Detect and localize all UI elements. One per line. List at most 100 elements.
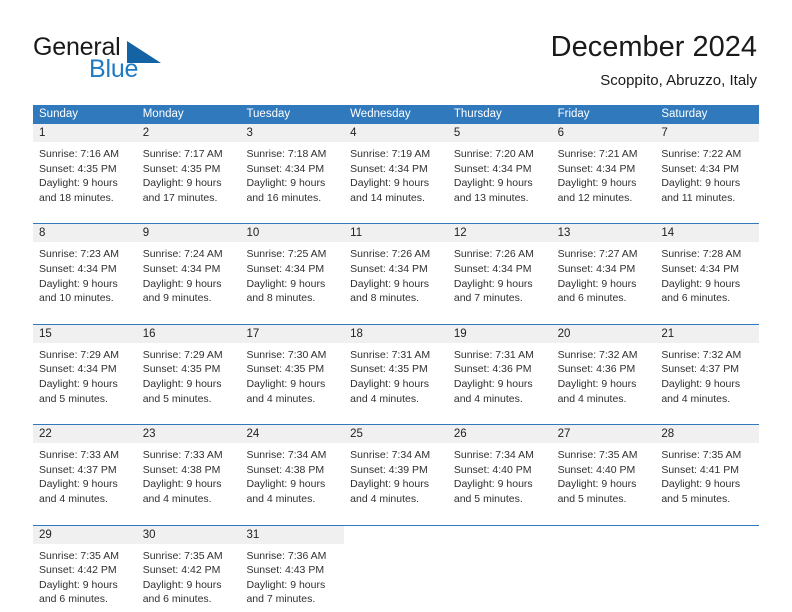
day-detail-line: Sunset: 4:37 PM xyxy=(661,363,739,376)
day-cell[interactable]: 28 Sunrise: 7:35 AM Sunset: 4:41 PM Dayligh… xyxy=(655,425,760,511)
day-detail-line: Daylight: 9 hours xyxy=(350,478,429,491)
day-details: Sunrise: 7:21 AM Sunset: 4:34 PM Daylight:… xyxy=(552,142,656,209)
day-cell[interactable]: 27 Sunrise: 7:35 AM Sunset: 4:40 PM Dayligh… xyxy=(551,425,656,511)
day-cell[interactable]: 18 Sunrise: 7:31 AM Sunset: 4:35 PM Dayligh… xyxy=(344,324,448,411)
day-cell[interactable]: 15 Sunrise: 7:29 AM Sunset: 4:34 PM Dayligh… xyxy=(33,324,137,411)
day-detail-line: and 18 minutes. xyxy=(39,191,114,204)
week-row: 8 Sunrise: 7:23 AM Sunset: 4:34 PM Daylight… xyxy=(33,223,760,310)
day-number: 5 xyxy=(447,124,552,142)
page-header: General Blue December 2024 Scoppito, Abr… xyxy=(0,0,792,96)
day-cell[interactable]: 31 Sunrise: 7:36 AM Sunset: 4:43 PM Dayligh… xyxy=(240,525,345,611)
weekday-header-thursday: Thursday xyxy=(453,108,502,120)
day-detail-line: Sunset: 4:39 PM xyxy=(350,463,428,476)
day-cell[interactable]: 4 Sunrise: 7:19 AM Sunset: 4:34 PM Daylight… xyxy=(344,124,448,210)
day-detail-line: and 4 minutes. xyxy=(350,492,420,505)
day-detail-line: Sunrise: 7:34 AM xyxy=(350,449,431,462)
day-details: Sunrise: 7:26 AM Sunset: 4:34 PM Daylight:… xyxy=(448,242,552,309)
day-details: Sunrise: 7:34 AM Sunset: 4:39 PM Daylight:… xyxy=(344,443,448,510)
day-detail-line: Sunrise: 7:27 AM xyxy=(557,248,638,261)
day-details: Sunrise: 7:29 AM Sunset: 4:34 PM Daylight:… xyxy=(33,343,137,410)
day-cell[interactable]: 29 Sunrise: 7:35 AM Sunset: 4:42 PM Dayligh… xyxy=(33,525,137,611)
day-detail-line: Daylight: 9 hours xyxy=(39,177,118,190)
calendar-page: General Blue December 2024 Scoppito, Abr… xyxy=(0,0,792,612)
day-number: 18 xyxy=(344,324,448,343)
day-cell[interactable]: 5 Sunrise: 7:20 AM Sunset: 4:34 PM Daylight… xyxy=(447,124,552,210)
day-cell[interactable]: 10 Sunrise: 7:25 AM Sunset: 4:34 PM Dayligh… xyxy=(240,224,345,310)
day-detail-line: Daylight: 9 hours xyxy=(661,478,741,491)
day-detail-line: Daylight: 9 hours xyxy=(246,478,326,491)
day-cell[interactable]: 20 Sunrise: 7:32 AM Sunset: 4:36 PM Dayligh… xyxy=(551,324,656,411)
day-cell[interactable]: 3 Sunrise: 7:18 AM Sunset: 4:34 PM Daylight… xyxy=(240,124,345,210)
day-cell[interactable]: 30 Sunrise: 7:35 AM Sunset: 4:42 PM Dayligh… xyxy=(136,525,241,611)
day-detail-line: Daylight: 9 hours xyxy=(246,578,326,591)
day-cell[interactable]: 14 Sunrise: 7:28 AM Sunset: 4:34 PM Dayligh… xyxy=(655,224,760,310)
brand-logo[interactable]: General Blue xyxy=(33,33,233,85)
day-number: 19 xyxy=(447,324,552,343)
day-detail-line: Daylight: 9 hours xyxy=(557,277,637,290)
day-detail-line: and 9 minutes. xyxy=(142,292,212,305)
day-number: 6 xyxy=(551,124,656,142)
day-cell[interactable]: 22 Sunrise: 7:33 AM Sunset: 4:37 PM Dayligh… xyxy=(33,425,137,511)
day-cell[interactable]: 12 Sunrise: 7:26 AM Sunset: 4:34 PM Dayligh… xyxy=(447,224,552,310)
day-detail-line: and 17 minutes. xyxy=(142,191,218,204)
day-detail-line: and 16 minutes. xyxy=(246,191,322,204)
day-number: 16 xyxy=(136,324,241,343)
day-cell[interactable]: 13 Sunrise: 7:27 AM Sunset: 4:34 PM Dayligh… xyxy=(551,224,656,310)
day-cell[interactable]: 25 Sunrise: 7:34 AM Sunset: 4:39 PM Dayligh… xyxy=(344,425,448,511)
day-cell[interactable]: 1 Sunrise: 7:16 AM Sunset: 4:35 PM Daylight… xyxy=(33,124,137,210)
day-detail-line: Daylight: 9 hours xyxy=(142,478,222,491)
week-spacer xyxy=(33,410,759,425)
day-details: Sunrise: 7:35 AM Sunset: 4:40 PM Daylight:… xyxy=(552,443,656,510)
day-cell[interactable]: 8 Sunrise: 7:23 AM Sunset: 4:34 PM Daylight… xyxy=(33,224,137,310)
day-detail-line: Sunrise: 7:31 AM xyxy=(350,348,431,361)
day-cell[interactable]: 11 Sunrise: 7:26 AM Sunset: 4:34 PM Dayligh… xyxy=(344,224,448,310)
day-details: Sunrise: 7:35 AM Sunset: 4:42 PM Daylight:… xyxy=(137,544,241,611)
day-detail-line: Daylight: 9 hours xyxy=(350,177,429,190)
day-details xyxy=(344,544,448,553)
day-detail-line: Sunset: 4:34 PM xyxy=(246,162,325,175)
day-number: 22 xyxy=(33,425,137,444)
week-row: 29 Sunrise: 7:35 AM Sunset: 4:42 PM Dayligh… xyxy=(33,524,760,611)
day-detail-line: Sunrise: 7:33 AM xyxy=(39,449,119,462)
day-number: 10 xyxy=(240,224,345,243)
day-detail-line: Sunset: 4:35 PM xyxy=(246,363,325,376)
day-cell[interactable]: 9 Sunrise: 7:24 AM Sunset: 4:34 PM Daylight… xyxy=(136,224,241,310)
weekday-header-row: Sunday Monday Tuesday Wednesday Thursday Frid… xyxy=(33,105,759,124)
day-detail-line: Sunrise: 7:25 AM xyxy=(246,248,327,261)
day-detail-line: Daylight: 9 hours xyxy=(661,177,741,190)
day-cell[interactable]: 26 Sunrise: 7:34 AM Sunset: 4:40 PM Dayligh… xyxy=(447,425,552,511)
day-cell[interactable]: 17 Sunrise: 7:30 AM Sunset: 4:35 PM Dayligh… xyxy=(240,324,345,411)
day-detail-line: and 4 minutes. xyxy=(39,492,108,505)
day-detail-line: Sunset: 4:35 PM xyxy=(142,363,221,376)
day-detail-line: Sunrise: 7:31 AM xyxy=(453,348,534,361)
day-detail-line: Sunset: 4:34 PM xyxy=(142,262,221,275)
day-cell[interactable]: 16 Sunrise: 7:29 AM Sunset: 4:35 PM Dayligh… xyxy=(136,324,241,411)
day-detail-line: Sunset: 4:35 PM xyxy=(142,162,221,175)
day-number: 14 xyxy=(655,224,760,243)
day-number: 7 xyxy=(655,124,760,142)
day-cell[interactable]: 2 Sunrise: 7:17 AM Sunset: 4:35 PM Daylight… xyxy=(136,124,241,210)
day-detail-line: Daylight: 9 hours xyxy=(142,177,222,190)
day-detail-line: Sunrise: 7:35 AM xyxy=(661,449,742,462)
day-detail-line: and 4 minutes. xyxy=(557,392,627,405)
day-cell[interactable]: 19 Sunrise: 7:31 AM Sunset: 4:36 PM Dayligh… xyxy=(447,324,552,411)
day-cell[interactable]: 7 Sunrise: 7:22 AM Sunset: 4:34 PM Daylight… xyxy=(655,124,760,210)
day-detail-line: Sunset: 4:41 PM xyxy=(661,463,739,476)
day-cell[interactable]: 21 Sunrise: 7:32 AM Sunset: 4:37 PM Dayligh… xyxy=(655,324,760,411)
day-details: Sunrise: 7:31 AM Sunset: 4:36 PM Daylight:… xyxy=(448,343,552,410)
day-detail-line: and 4 minutes. xyxy=(350,392,420,405)
day-detail-line: and 13 minutes. xyxy=(453,191,529,204)
day-cell[interactable]: 6 Sunrise: 7:21 AM Sunset: 4:34 PM Daylight… xyxy=(551,124,656,210)
day-detail-line: Daylight: 9 hours xyxy=(557,377,637,390)
day-cell[interactable]: 23 Sunrise: 7:33 AM Sunset: 4:38 PM Dayligh… xyxy=(136,425,241,511)
day-details: Sunrise: 7:34 AM Sunset: 4:40 PM Daylight:… xyxy=(448,443,552,510)
day-number xyxy=(344,525,448,544)
day-details xyxy=(655,544,759,553)
day-detail-line: Sunrise: 7:29 AM xyxy=(142,348,223,361)
page-subtitle: Scoppito, Abruzzo, Italy xyxy=(600,72,757,89)
weekday-header-saturday: Saturday xyxy=(661,108,708,120)
day-cell[interactable]: 24 Sunrise: 7:34 AM Sunset: 4:38 PM Dayligh… xyxy=(240,425,345,511)
day-detail-line: and 12 minutes. xyxy=(557,191,633,204)
brand-word-blue: Blue xyxy=(89,55,139,83)
day-number: 20 xyxy=(551,324,656,343)
